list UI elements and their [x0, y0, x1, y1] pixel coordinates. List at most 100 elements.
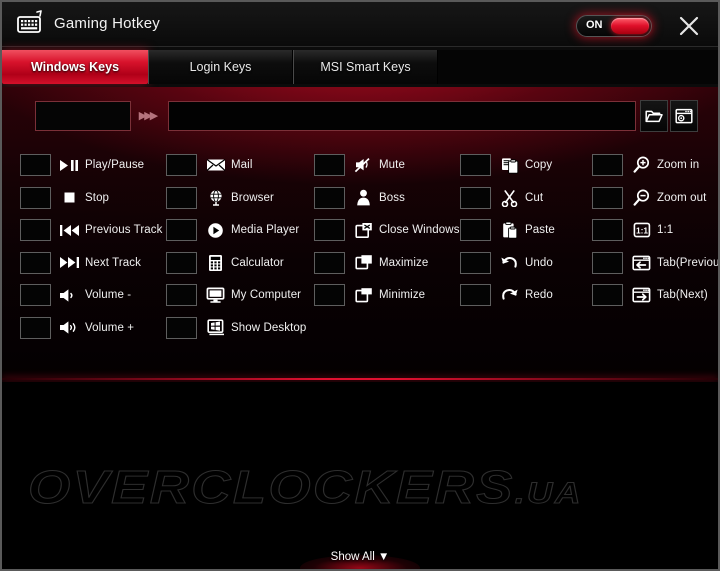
hotkey-row: Stop: [20, 182, 166, 215]
zoom-out-icon: [630, 188, 653, 208]
tab-label: Windows Keys: [30, 60, 120, 74]
hotkey-checkbox[interactable]: [314, 219, 345, 242]
hotkey-checkbox[interactable]: [460, 251, 491, 274]
hotkey-checkbox[interactable]: [460, 186, 491, 209]
hotkey-label: 1:1: [657, 224, 674, 237]
hotkey-checkbox[interactable]: [166, 284, 197, 307]
mute-icon: [352, 155, 375, 175]
hotkey-checkbox[interactable]: [314, 154, 345, 177]
undo-icon: [498, 253, 521, 273]
hotkey-checkbox[interactable]: [592, 154, 623, 177]
hotkey-label: Zoom out: [657, 191, 707, 204]
watermark: OVERCLOCKERS.UA: [27, 460, 583, 514]
hotkey-label: Previous Track: [85, 224, 163, 237]
hotkey-checkbox[interactable]: [314, 284, 345, 307]
hotkey-panel: ▸▸▸ Play/Pause Stop Previous Track Next …: [2, 87, 718, 454]
hotkey-row: Volume -: [20, 279, 166, 312]
hotkey-label: Show Desktop: [231, 321, 307, 334]
hotkey-checkbox[interactable]: [592, 186, 623, 209]
hotkey-label: Boss: [379, 191, 405, 204]
hotkey-checkbox[interactable]: [20, 186, 51, 209]
hotkey-column-media: Play/Pause Stop Previous Track Next Trac…: [20, 149, 166, 344]
copy-icon: [498, 155, 521, 175]
one-to-one-icon: 1:1: [630, 220, 653, 240]
hotkey-checkbox[interactable]: [166, 154, 197, 177]
hotkey-checkbox[interactable]: [460, 219, 491, 242]
hotkey-label: Media Player: [231, 224, 300, 237]
browser-icon: [204, 188, 227, 208]
hotkey-input[interactable]: [35, 101, 131, 131]
tab-label: Login Keys: [189, 60, 252, 74]
bottom-panel: OVERCLOCKERS.UA Show All ▼: [2, 382, 718, 569]
hotkey-row: Tab(Next): [592, 279, 718, 312]
hotkey-label: Calculator: [231, 256, 284, 269]
svg-text:1:1: 1:1: [635, 226, 647, 236]
hotkey-row: Close Windows: [314, 214, 460, 247]
hotkey-checkbox[interactable]: [166, 316, 197, 339]
hotkey-row: Redo: [460, 279, 590, 312]
hotkey-checkbox[interactable]: [314, 186, 345, 209]
hotkey-checkbox[interactable]: [592, 284, 623, 307]
tab-label: MSI Smart Keys: [320, 60, 411, 74]
hotkey-label: Volume +: [85, 321, 135, 334]
hotkey-checkbox[interactable]: [20, 251, 51, 274]
hotkey-row: Boss: [314, 182, 460, 215]
hotkey-checkbox[interactable]: [166, 186, 197, 209]
hotkey-checkbox[interactable]: [460, 154, 491, 177]
hotkey-label: Tab(Next): [657, 289, 708, 302]
watermark-suffix: .UA: [514, 477, 583, 511]
hotkey-row: Play/Pause: [20, 149, 166, 182]
power-toggle[interactable]: ON: [576, 15, 652, 37]
mail-icon: [204, 155, 227, 175]
hotkey-row: Tab(Previous): [592, 247, 718, 280]
tab-windows-keys[interactable]: Windows Keys: [2, 50, 148, 84]
hotkey-row: Zoom in: [592, 149, 718, 182]
minimize-icon: [352, 285, 375, 305]
hotkey-checkbox[interactable]: [314, 251, 345, 274]
hotkey-checkbox[interactable]: [20, 284, 51, 307]
target-path-input[interactable]: [168, 101, 636, 131]
hotkey-checkbox[interactable]: [592, 251, 623, 274]
hotkey-checkbox[interactable]: [592, 219, 623, 242]
stop-icon: [58, 188, 81, 208]
tab-login-keys[interactable]: Login Keys: [148, 50, 293, 84]
media-player-icon: [204, 220, 227, 240]
hotkey-label: Stop: [85, 191, 110, 204]
power-toggle-label: ON: [586, 19, 603, 31]
close-icon[interactable]: [676, 13, 702, 39]
hotkey-checkbox[interactable]: [20, 154, 51, 177]
hotkey-label: Redo: [525, 289, 553, 302]
hotkey-column-apps: Mail Browser Media Player Calculator My …: [166, 149, 312, 344]
show-all-button[interactable]: Show All ▼: [321, 549, 400, 565]
window-app-icon[interactable]: [670, 100, 698, 132]
play-pause-icon: [58, 155, 81, 175]
hotkey-label: Cut: [525, 191, 544, 204]
hotkey-label: Minimize: [379, 289, 426, 302]
hotkey-row: Cut: [460, 182, 590, 215]
hotkey-checkbox[interactable]: [20, 219, 51, 242]
assignment-row: ▸▸▸: [2, 87, 718, 149]
volume-down-icon: [58, 285, 81, 305]
hotkey-checkbox[interactable]: [166, 219, 197, 242]
hotkey-label: Browser: [231, 191, 274, 204]
hotkey-column-edit: Copy Cut Paste Undo Redo: [460, 149, 590, 312]
hotkey-row: Copy: [460, 149, 590, 182]
tab-msi-smart-keys[interactable]: MSI Smart Keys: [293, 50, 438, 84]
hotkey-checkbox[interactable]: [460, 284, 491, 307]
redo-icon: [498, 285, 521, 305]
hotkey-checkbox[interactable]: [20, 316, 51, 339]
hotkey-row: Minimize: [314, 279, 460, 312]
hotkey-row: Undo: [460, 247, 590, 280]
hotkey-row: Mute: [314, 149, 460, 182]
close-window-icon: [352, 220, 375, 240]
hotkey-row: Browser: [166, 182, 312, 215]
hotkey-column-window: Mute Boss Close Windows Maximize Minimiz…: [314, 149, 460, 312]
tab-bar-filler: [438, 50, 718, 84]
keyboard-icon: [16, 10, 46, 38]
hotkey-row: 1:1 1:1: [592, 214, 718, 247]
volume-up-icon: [58, 318, 81, 338]
hotkey-label: Zoom in: [657, 159, 700, 172]
calculator-icon: [204, 253, 227, 273]
hotkey-checkbox[interactable]: [166, 251, 197, 274]
folder-icon[interactable]: [640, 100, 668, 132]
